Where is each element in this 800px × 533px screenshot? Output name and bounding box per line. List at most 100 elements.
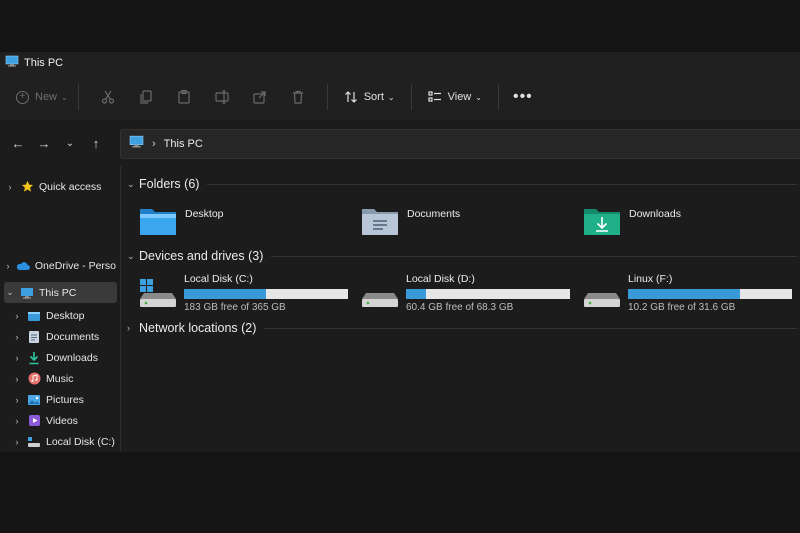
back-button[interactable]: ←	[7, 132, 29, 154]
sidebar-item-local-disk-c[interactable]: › Local Disk (C:)	[11, 431, 117, 452]
devices-section-header[interactable]: ⌄ Devices and drives (3)	[127, 249, 797, 263]
sidebar-item-music[interactable]: › Music	[11, 368, 117, 389]
sidebar-item-documents[interactable]: › Documents	[11, 326, 117, 347]
chevron-right-icon: ›	[15, 394, 19, 405]
network-section-header[interactable]: › Network locations (2)	[127, 321, 797, 335]
delete-button[interactable]	[286, 85, 310, 109]
breadcrumb[interactable]: This PC	[164, 138, 203, 150]
drive-usage-fill	[628, 289, 740, 299]
cut-button[interactable]	[96, 85, 120, 109]
drive-name: Local Disk (D:)	[406, 273, 475, 285]
chevron-right-icon: ›	[8, 181, 12, 192]
sidebar-item-label: Downloads	[46, 351, 98, 364]
folder-name: Downloads	[629, 208, 681, 220]
sidebar-item-label: Desktop	[46, 309, 85, 322]
new-label: New	[35, 91, 58, 103]
section-divider	[271, 255, 797, 257]
title-bar: This PC	[0, 52, 800, 74]
sort-button[interactable]: Sort ⌄	[344, 90, 395, 104]
drive-icon	[360, 279, 400, 314]
sidebar-item-label: Quick access	[39, 180, 102, 193]
chevron-right-icon: ›	[15, 373, 19, 384]
network-header: Network locations (2)	[139, 321, 257, 335]
toolbar-divider	[497, 84, 499, 110]
chevron-right-icon: ›	[15, 415, 19, 426]
sort-label: Sort	[363, 91, 384, 103]
rename-button[interactable]	[210, 85, 234, 109]
scissors-icon	[101, 90, 114, 104]
folder-desktop[interactable]: Desktop	[139, 204, 224, 241]
monitor-icon	[20, 286, 34, 300]
new-button[interactable]: + New ⌄	[16, 90, 68, 104]
chevron-right-icon: ›	[15, 352, 19, 363]
drive-linux-f[interactable]: Linux (F:) 10.2 GB free of 31.6 GB	[582, 273, 792, 313]
see-more-button[interactable]: •••	[513, 88, 533, 106]
sidebar-item-this-pc[interactable]: ⌄ This PC	[4, 282, 117, 303]
chevron-down-icon: ⌄	[127, 250, 135, 261]
content-pane: ⌄ Folders (6) Desktop Documents Download…	[121, 166, 800, 452]
drive-usage-bar	[628, 289, 792, 299]
sidebar-item-pictures[interactable]: › Pictures	[11, 389, 117, 410]
chevron-right-icon: ›	[127, 323, 130, 333]
chevron-down-icon: ⌄	[65, 137, 75, 149]
downloads-folder-icon	[583, 204, 621, 241]
forward-button[interactable]: →	[33, 132, 55, 154]
desktop-folder-icon	[27, 309, 41, 323]
copy-button[interactable]	[134, 85, 158, 109]
folder-name: Documents	[407, 208, 461, 220]
view-button[interactable]: View ⌄	[428, 90, 482, 104]
chevron-down-icon: ⌄	[475, 92, 482, 102]
drive-name: Local Disk (C:)	[184, 273, 253, 285]
drive-usage-bar	[406, 289, 570, 299]
system-drive-icon	[27, 435, 41, 449]
section-divider	[207, 183, 797, 185]
sidebar-item-label: This PC	[39, 286, 77, 299]
chevron-down-icon: ⌄	[127, 178, 135, 189]
sidebar-item-desktop[interactable]: › Desktop	[11, 305, 117, 326]
sidebar-item-label: Local Disk (C:)	[46, 435, 115, 448]
star-icon	[20, 180, 34, 194]
folders-section-header[interactable]: ⌄ Folders (6)	[127, 177, 797, 191]
sidebar-item-quick-access[interactable]: › Quick access	[4, 176, 116, 197]
chevron-down-icon: ⌄	[6, 287, 14, 297]
recent-locations-button[interactable]: ⌄	[59, 132, 81, 154]
desktop-folder-icon	[139, 204, 177, 241]
view-label: View	[447, 91, 472, 103]
drive-usage-fill	[406, 289, 426, 299]
chevron-right-icon: ›	[15, 331, 19, 342]
share-button[interactable]	[248, 85, 272, 109]
view-icon	[428, 91, 441, 102]
drive-usage-bar	[184, 289, 348, 299]
sidebar-item-downloads[interactable]: › Downloads	[11, 347, 117, 368]
drive-free-space: 183 GB free of 365 GB	[184, 302, 286, 313]
folder-downloads[interactable]: Downloads	[583, 204, 681, 241]
folder-name: Desktop	[185, 208, 224, 220]
up-button[interactable]: ↑	[85, 132, 107, 154]
pictures-icon	[27, 393, 41, 407]
chevron-down-icon: ⌄	[61, 92, 68, 102]
background-bottom	[0, 452, 800, 533]
trash-icon	[292, 90, 303, 104]
window-title: This PC	[24, 57, 64, 69]
drive-local-disk-d[interactable]: Local Disk (D:) 60.4 GB free of 68.3 GB	[360, 273, 570, 313]
arrow-right-icon: →	[37, 135, 51, 151]
share-icon	[253, 91, 266, 104]
clipboard-icon	[178, 89, 190, 104]
sidebar-item-videos[interactable]: › Videos	[11, 410, 117, 431]
drive-local-disk-c[interactable]: Local Disk (C:) 183 GB free of 365 GB	[138, 273, 348, 313]
drive-free-space: 60.4 GB free of 68.3 GB	[406, 302, 514, 313]
section-divider	[264, 327, 797, 329]
drive-name: Linux (F:)	[628, 273, 673, 285]
drive-free-space: 10.2 GB free of 31.6 GB	[628, 302, 736, 313]
navigation-pane: › Quick access › OneDrive - Perso ⌄ This…	[0, 166, 121, 452]
address-bar[interactable]: › This PC	[120, 129, 800, 159]
documents-icon	[27, 330, 41, 344]
toolbar-divider	[326, 84, 328, 110]
folder-documents[interactable]: Documents	[361, 204, 460, 241]
plus-icon: +	[16, 90, 29, 104]
sidebar-item-onedrive[interactable]: › OneDrive - Perso	[4, 255, 116, 276]
chevron-right-icon: ›	[15, 436, 19, 447]
file-explorer-window: This PC + New ⌄ Sort ⌄ View ⌄ ••• ← → ⌄ …	[0, 52, 800, 452]
rename-icon	[215, 90, 229, 104]
paste-button[interactable]	[172, 85, 196, 109]
